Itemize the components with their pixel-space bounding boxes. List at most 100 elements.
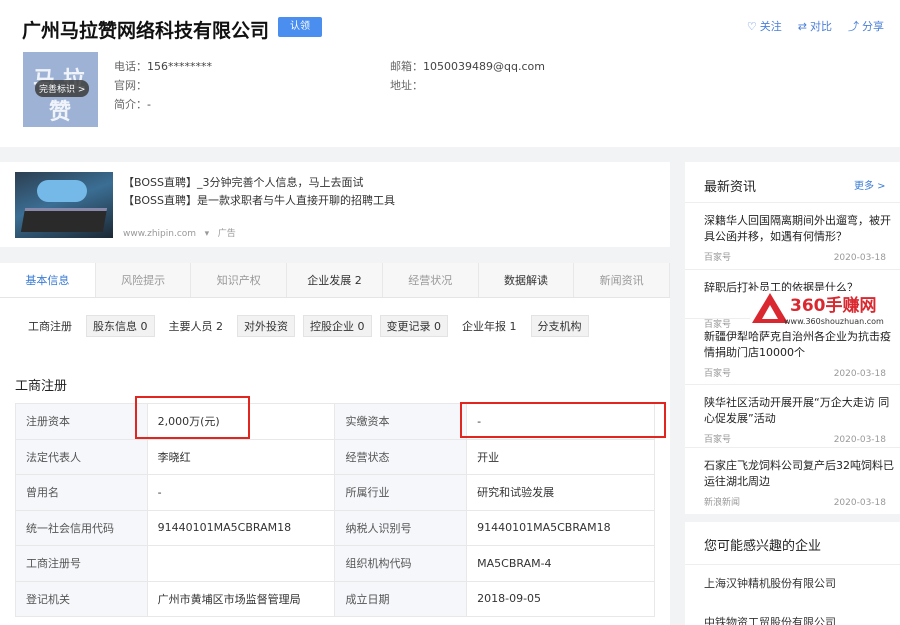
subtab-shareholders[interactable]: 股东信息 0 xyxy=(86,315,155,337)
table-row: 曾用名 - 所属行业 研究和试验发展 xyxy=(15,474,655,511)
watermark-text: 360手赚网 xyxy=(790,296,877,316)
intro-info: 简介：- xyxy=(114,96,151,112)
news-headline[interactable]: 石家庄飞龙饲料公司复产后32吨饲料已运往湖北周边 xyxy=(704,458,894,490)
section-title: 工商注册 xyxy=(15,379,68,394)
site-watermark: 360手赚网 www.360shouzhuan.com xyxy=(750,291,900,331)
news-source: 百家号 xyxy=(704,253,732,263)
field-label: 所属行业 xyxy=(334,474,468,511)
field-label: 成立日期 xyxy=(334,580,468,617)
intro-value: - xyxy=(147,98,151,111)
news-date: 2020-03-18 xyxy=(833,253,886,263)
table-row: 工商注册号 组织机构代码 MA5CBRAM-4 xyxy=(15,545,655,582)
claim-badge[interactable]: 认领 xyxy=(278,17,322,37)
subtab-annual-report[interactable]: 企业年报 1 xyxy=(456,316,523,336)
news-source: 百家号 xyxy=(704,369,732,379)
compare-button[interactable]: ⇄ 对比 xyxy=(798,18,832,34)
news-date: 2020-03-18 xyxy=(833,435,886,445)
news-headline[interactable]: 新疆伊犁哈萨克自治州各企业为抗击疫情捐助门店10000个 xyxy=(704,329,894,361)
ad-url: www.zhipin.com xyxy=(123,229,197,239)
subtab-changes[interactable]: 变更记录 0 xyxy=(379,315,448,337)
field-value[interactable]: 李晓红 xyxy=(146,438,336,475)
latest-news-panel: 最新资讯 更多 > 深籍华人回国隔离期间外出遛弯，被开具公函并移，如遇有何情形？… xyxy=(685,162,900,514)
ad-subline[interactable]: 【BOSS直聘】是一款求职者与牛人直接开聊的招聘工具 xyxy=(123,192,395,208)
field-label: 统一社会信用代码 xyxy=(15,509,148,546)
news-headline[interactable]: 陕华社区活动开展开展“万企大走访 同心促发展”活动 xyxy=(704,395,894,427)
main-tabs: 基本信息 风险提示 知识产权 企业发展 2 经营状况 数据解读 新闻资讯 xyxy=(0,263,671,298)
share-icon: ⤴ xyxy=(848,20,859,33)
news-more-link[interactable]: 更多 > xyxy=(854,177,886,192)
news-source: 新浪新闻 xyxy=(704,498,741,508)
triangle-logo-inner xyxy=(762,305,778,319)
address-info: 地址： xyxy=(390,77,423,93)
subtab-branches[interactable]: 分支机构 xyxy=(530,315,589,337)
news-panel-title: 最新资讯 xyxy=(704,180,757,195)
news-source: 百家号 xyxy=(704,435,732,445)
related-company-link[interactable]: 上海汉钟精机股份有限公司 xyxy=(704,575,836,591)
field-value: 研究和试验发展 xyxy=(466,474,655,511)
tab-risk[interactable]: 风险提示 xyxy=(95,263,192,297)
tab-ip[interactable]: 知识产权 xyxy=(191,263,288,297)
heart-icon: ♡ xyxy=(746,19,757,33)
phone-value: 156******** xyxy=(147,60,212,73)
subtab-holdings[interactable]: 控股企业 0 xyxy=(303,315,372,337)
field-label: 曾用名 xyxy=(15,474,148,511)
table-row: 统一社会信用代码 91440101MA5CBRAM18 纳税人识别号 91440… xyxy=(15,509,655,546)
ad-headline[interactable]: 【BOSS直聘】_3分钟完善个人信息，马上去面试 xyxy=(123,174,363,190)
related-company-link[interactable]: 中铁物资工贸股份有限公司 xyxy=(704,614,836,625)
highlight-box-registered-capital xyxy=(135,396,250,439)
company-logo[interactable]: 马 拉 赞 完善标识 > xyxy=(23,52,98,127)
address-label: 地址： xyxy=(390,79,423,92)
ad-tag: 广告 xyxy=(217,229,236,239)
news-item[interactable]: 陕华社区活动开展开展“万企大走访 同心促发展”活动 百家号 2020-03-18 xyxy=(685,384,900,451)
subtab-key-people[interactable]: 主要人员 2 xyxy=(163,316,230,336)
field-label: 纳税人识别号 xyxy=(334,509,468,546)
share-button[interactable]: ⤴ 分享 xyxy=(848,18,884,34)
tab-operation[interactable]: 经营状况 xyxy=(382,263,479,297)
news-headline[interactable]: 深籍华人回国隔离期间外出遛弯，被开具公函并移，如遇有何情形？ xyxy=(704,213,894,245)
phone-label: 电话： xyxy=(114,60,147,73)
phone-info: 电话：156******** xyxy=(114,58,212,74)
cloud-icon xyxy=(37,180,87,202)
table-row: 法定代表人 李晓红 经营状态 开业 xyxy=(15,438,655,475)
tab-data-analysis[interactable]: 数据解读 xyxy=(478,263,575,297)
field-value: 2018-09-05 xyxy=(466,580,655,617)
website-label: 官网： xyxy=(114,79,147,92)
field-label: 经营状态 xyxy=(334,438,468,475)
chevron-down-icon[interactable]: ▾ xyxy=(199,229,215,239)
subtab-investments[interactable]: 对外投资 xyxy=(237,315,295,337)
subtab-registration[interactable]: 工商注册 xyxy=(22,316,78,336)
swap-icon: ⇄ xyxy=(797,19,807,33)
follow-label: 关注 xyxy=(759,20,782,33)
field-value: 91440101MA5CBRAM18 xyxy=(146,509,336,546)
email-label: 邮箱： xyxy=(390,60,423,73)
company-name: 广州马拉赞网络科技有限公司 xyxy=(22,20,270,42)
field-label: 实缴资本 xyxy=(334,403,468,440)
divider xyxy=(685,564,900,565)
tab-news[interactable]: 新闻资讯 xyxy=(574,263,671,297)
news-item[interactable]: 深籍华人回国隔离期间外出遛弯，被开具公函并移，如遇有何情形？ 百家号 2020-… xyxy=(685,202,900,269)
news-item[interactable]: 石家庄飞龙饲料公司复产后32吨饲料已运往湖北周边 新浪新闻 2020-03-18 xyxy=(685,447,900,514)
laptop-icon xyxy=(20,208,108,232)
sub-tabs: 工商注册 股东信息 0 主要人员 2 对外投资 控股企业 0 变更记录 0 企业… xyxy=(22,315,589,337)
field-value: 开业 xyxy=(466,438,655,475)
field-value: MA5CBRAM-4 xyxy=(466,545,655,582)
watermark-url: www.360shouzhuan.com xyxy=(784,317,884,326)
news-date: 2020-03-18 xyxy=(833,369,886,379)
email-value: 1050039489@qq.com xyxy=(423,60,545,73)
improve-logo-link[interactable]: 完善标识 > xyxy=(35,80,90,97)
ad-source: www.zhipin.com ▾ 广告 xyxy=(123,226,236,239)
field-value xyxy=(146,545,336,582)
follow-button[interactable]: ♡ 关注 xyxy=(747,18,782,34)
compare-label: 对比 xyxy=(810,20,832,33)
intro-label: 简介： xyxy=(114,98,147,111)
share-label: 分享 xyxy=(862,20,884,33)
field-label: 组织机构代码 xyxy=(334,545,468,582)
tab-development[interactable]: 企业发展 2 xyxy=(287,263,383,297)
table-row: 登记机关 广州市黄埔区市场监督管理局 成立日期 2018-09-05 xyxy=(15,580,655,617)
highlight-box-paid-capital xyxy=(460,402,666,438)
ad-banner[interactable]: 【BOSS直聘】_3分钟完善个人信息，马上去面试 【BOSS直聘】是一款求职者与… xyxy=(0,162,670,247)
company-header: 广州马拉赞网络科技有限公司 认领 ♡ 关注 ⇄ 对比 ⤴ 分享 马 拉 赞 完善… xyxy=(0,0,900,147)
tab-basic-info[interactable]: 基本信息 xyxy=(0,263,96,297)
field-label: 注册资本 xyxy=(15,403,148,440)
ad-image xyxy=(15,172,113,238)
